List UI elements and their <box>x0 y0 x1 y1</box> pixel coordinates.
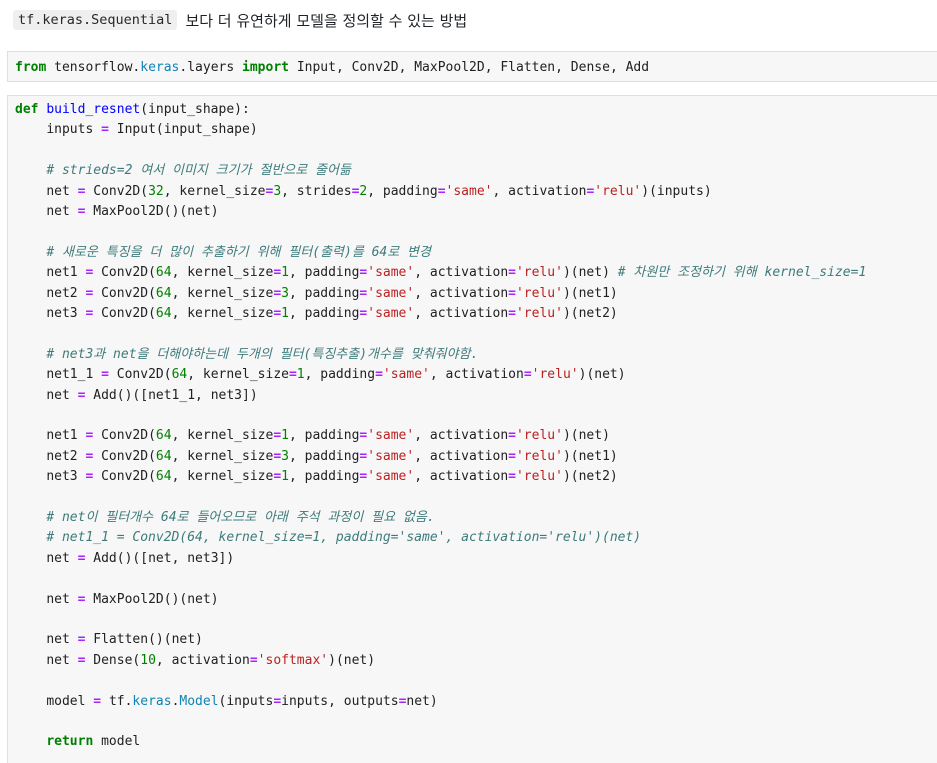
code-line: net2 = Conv2D(64, kernel_size=3, padding… <box>46 285 618 301</box>
code-line: net3 = Conv2D(64, kernel_size=1, padding… <box>46 306 618 321</box>
code-line: net = Conv2D(32, kernel_size=3, strides=… <box>46 183 712 199</box>
code-line: net1 = Conv2D(64, kernel_size=1, padding… <box>46 428 610 444</box>
code-cell-imports[interactable]: from tensorflow.keras.layers import Inpu… <box>7 51 937 82</box>
code-line: net = MaxPool2D()(net) <box>46 591 219 607</box>
code-line: net = Add()([net, net3]) <box>46 550 235 566</box>
code-line: model = tf.keras.Model(inputs=inputs, ou… <box>46 693 438 709</box>
code-cell-build-resnet[interactable]: def build_resnet(input_shape): inputs = … <box>7 95 937 763</box>
code-line: # net3과 net을 더해야하는데 두개의 필터(특징추출)개수를 맞춰줘야… <box>46 346 479 362</box>
code-line: net3 = Conv2D(64, kernel_size=1, padding… <box>46 469 618 485</box>
code-line: inputs = Input(input_shape) <box>46 122 258 138</box>
inline-code-sequential: tf.keras.Sequential <box>13 10 178 30</box>
code-line: net1 = Conv2D(64, kernel_size=1, padding… <box>46 265 867 281</box>
code-line: net1_1 = Conv2D(64, kernel_size=1, paddi… <box>46 367 626 383</box>
code-line: net = Flatten()(net) <box>46 632 203 648</box>
code-line: net = Add()([net1_1, net3]) <box>46 387 258 403</box>
markdown-heading: tf.keras.Sequential 보다 더 유연하게 모델을 정의할 수 … <box>13 8 467 32</box>
code-line: # net1_1 = Conv2D(64, kernel_size=1, pad… <box>46 530 642 546</box>
code-line: # strieds=2 여서 이미지 크기가 절반으로 줄어듦 <box>46 163 351 179</box>
code-line: net = MaxPool2D()(net) <box>46 204 219 219</box>
heading-text: 보다 더 유연하게 모델을 정의할 수 있는 방법 <box>185 11 468 30</box>
code-line: # net이 필터개수 64로 들어오므로 아래 주석 과정이 필요 없음. <box>46 510 435 525</box>
code-line: net = Dense(10, activation='softmax')(ne… <box>46 652 376 668</box>
code-line: # 새로운 특징을 더 많이 추출하기 위해 필터(출력)를 64로 변경 <box>46 244 431 260</box>
code-line: return model <box>46 734 141 750</box>
code-line: from tensorflow.keras.layers import Inpu… <box>15 60 650 75</box>
code-line: def build_resnet(input_shape): <box>15 102 250 117</box>
code-line: net2 = Conv2D(64, kernel_size=3, padding… <box>46 448 618 464</box>
